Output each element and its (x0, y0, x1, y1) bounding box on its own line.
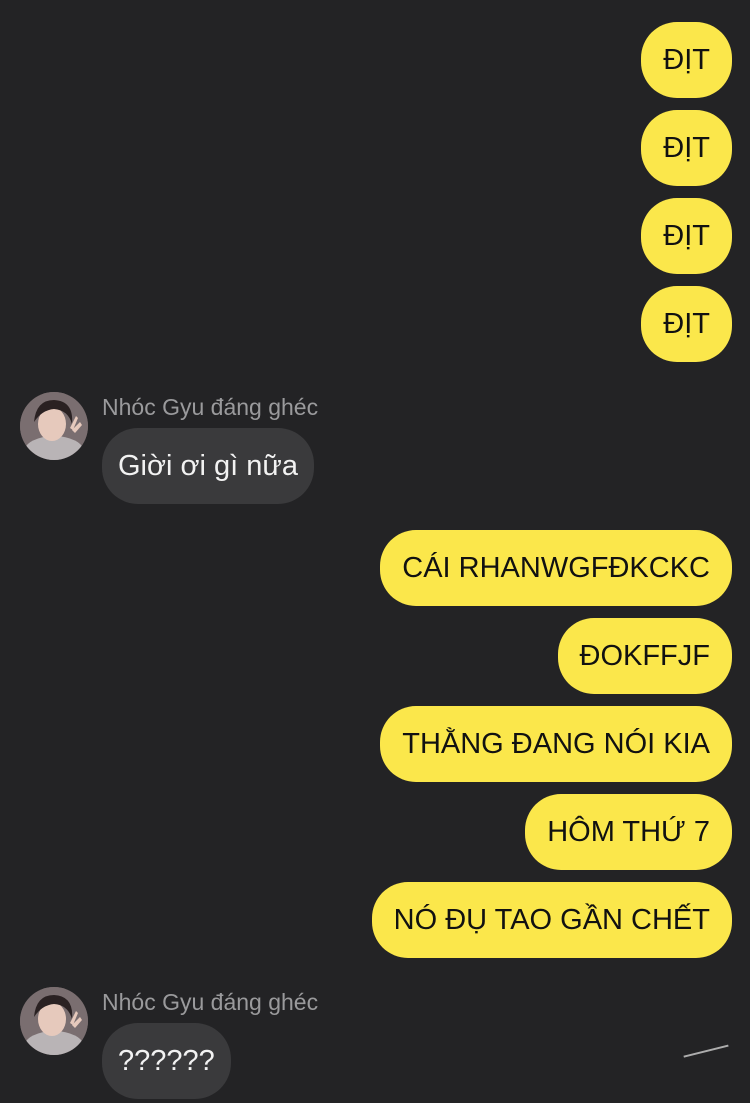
contact-avatar[interactable] (20, 392, 88, 460)
incoming-message-bubble[interactable]: ?????? (102, 1023, 231, 1099)
outgoing-message-bubble[interactable]: ĐỊT (641, 198, 732, 274)
sender-name: Nhóc Gyu đáng ghéc (102, 989, 319, 1015)
outgoing-message-bubble[interactable]: THẰNG ĐANG NÓI KIA (380, 706, 732, 782)
outgoing-message-bubble[interactable]: NÓ ĐỤ TAO GẦN CHẾT (371, 882, 732, 958)
outgoing-message-bubble[interactable]: ĐỊT (641, 22, 732, 98)
sender-name: Nhóc Gyu đáng ghéc (102, 394, 319, 420)
avatar-photo-icon (20, 392, 88, 460)
outgoing-message-bubble[interactable]: ĐỊT (641, 110, 732, 186)
scroll-indicator (683, 1044, 731, 1066)
avatar-photo-icon (20, 987, 88, 1055)
outgoing-message-bubble[interactable]: CÁI RHANWGFĐKCKC (380, 530, 732, 606)
contact-avatar[interactable] (20, 987, 88, 1055)
incoming-message-bubble[interactable]: Giời ơi gì nữa (102, 428, 314, 504)
chat-message-list[interactable]: ĐỊT ĐỊT ĐỊT ĐỊT Nhóc Gyu đáng ghéc Giời … (0, 0, 750, 1103)
outgoing-message-bubble[interactable]: HÔM THỨ 7 (525, 794, 732, 870)
outgoing-message-bubble[interactable]: ĐỊT (641, 286, 732, 362)
outgoing-message-bubble[interactable]: ĐOKFFJF (557, 618, 732, 694)
